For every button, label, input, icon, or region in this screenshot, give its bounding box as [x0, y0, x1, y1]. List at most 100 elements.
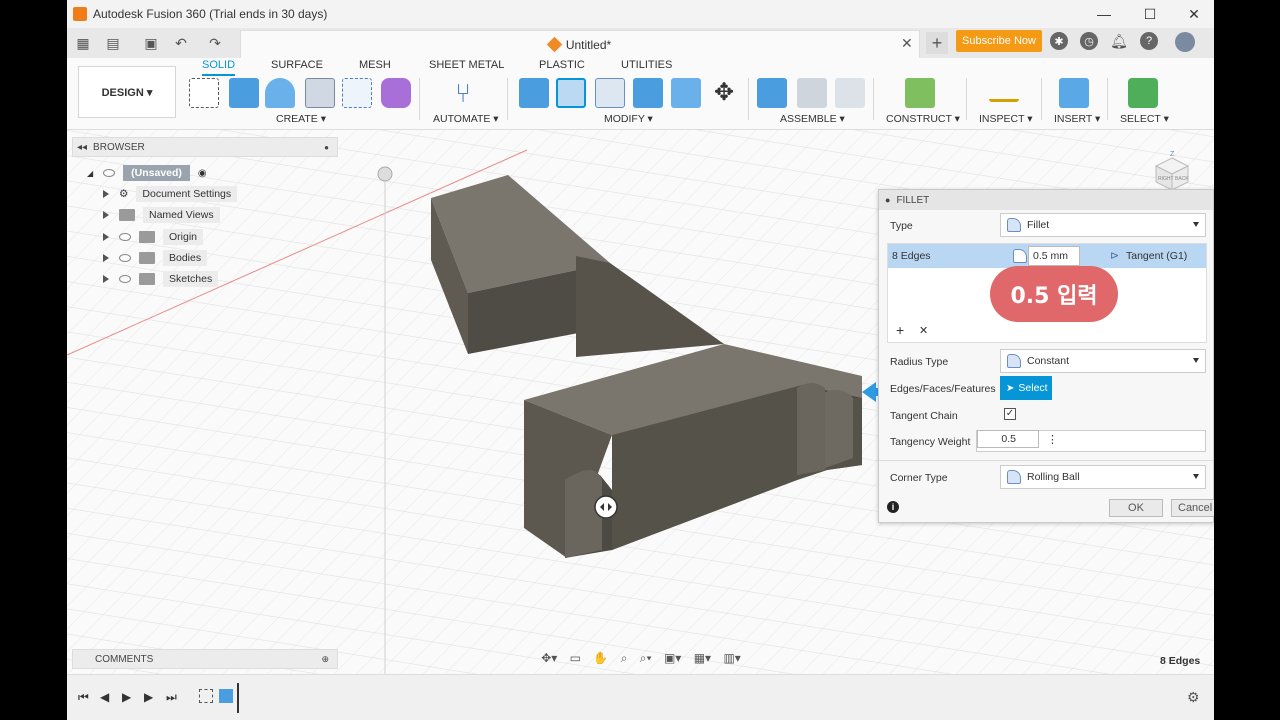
assemble-menu[interactable]: ASSEMBLE ▾: [780, 113, 845, 125]
visibility-eye-icon[interactable]: [103, 169, 116, 177]
hole-icon[interactable]: [305, 78, 335, 108]
play-icon[interactable]: ▶︎: [122, 690, 131, 704]
move-copy-icon[interactable]: ✥: [709, 78, 739, 108]
browser-item-bodies[interactable]: Bodies: [103, 250, 208, 266]
construct-menu[interactable]: CONSTRUCT ▾: [886, 113, 960, 125]
inspect-menu[interactable]: INSPECT ▾: [979, 113, 1033, 125]
timeline-marker[interactable]: [237, 683, 239, 713]
tab-mesh[interactable]: MESH: [359, 59, 391, 71]
workspace-switcher[interactable]: DESIGN ▾: [78, 66, 176, 118]
activate-radio-icon[interactable]: ◉: [198, 168, 207, 179]
edge-set-row[interactable]: 8 Edges 0.5 mm ⊳ Tangent (G1): [888, 244, 1206, 268]
comments-panel-header[interactable]: COMMENTS ⊕: [72, 649, 338, 669]
new-component-icon[interactable]: [757, 78, 787, 108]
view-cube[interactable]: Z RIGHT BACK: [1152, 150, 1192, 191]
tangent-chain-checkbox[interactable]: ✓: [1004, 408, 1016, 420]
offset-plane-icon[interactable]: [905, 78, 935, 108]
look-at-icon[interactable]: ▭: [570, 651, 581, 665]
collapse-dialog-icon[interactable]: ●: [885, 195, 890, 205]
browser-minimize-icon[interactable]: ●: [324, 143, 329, 152]
redo-icon[interactable]: ↷: [205, 33, 225, 53]
automate-icon[interactable]: ⑂: [448, 78, 478, 108]
continuity-dropdown[interactable]: Tangent (G1): [1126, 250, 1187, 262]
extensions-icon[interactable]: ✱: [1050, 32, 1068, 50]
corner-type-dropdown[interactable]: Rolling Ball: [1000, 465, 1206, 489]
minimize-button[interactable]: —: [1081, 0, 1127, 28]
fillet-icon[interactable]: [556, 78, 586, 108]
hidden-eye-icon[interactable]: [119, 233, 131, 241]
chamfer-icon[interactable]: [595, 78, 625, 108]
ok-button[interactable]: OK: [1109, 499, 1163, 517]
browser-item-document-settings[interactable]: ⚙ Document Settings: [103, 186, 238, 202]
display-settings-icon[interactable]: ▣▾: [664, 651, 681, 665]
more-options-icon[interactable]: ⋮: [1047, 433, 1058, 446]
notifications-icon[interactable]: 🔔︎: [1110, 32, 1128, 50]
press-pull-icon[interactable]: [519, 78, 549, 108]
browser-item-named-views[interactable]: Named Views: [103, 207, 220, 223]
collapse-browser-icon[interactable]: ◂◂: [77, 142, 87, 153]
pattern-icon[interactable]: [342, 78, 372, 108]
undo-icon[interactable]: ↶: [171, 33, 191, 53]
add-edge-set-button[interactable]: +: [896, 322, 904, 338]
remove-edge-set-button[interactable]: ✕: [919, 324, 928, 337]
timeline-extrude-icon[interactable]: [219, 689, 233, 703]
tab-solid[interactable]: SOLID: [202, 59, 236, 76]
revolve-icon[interactable]: [265, 78, 295, 108]
tab-plastic[interactable]: PLASTIC: [539, 59, 585, 71]
radius-type-dropdown[interactable]: Constant: [1000, 349, 1206, 373]
shell-icon[interactable]: [633, 78, 663, 108]
automate-menu[interactable]: AUTOMATE ▾: [433, 113, 499, 125]
new-tab-button[interactable]: +: [926, 32, 948, 54]
subscribe-button[interactable]: Subscribe Now: [956, 30, 1042, 52]
form-icon[interactable]: [381, 78, 411, 108]
visibility-eye-icon[interactable]: [119, 275, 131, 283]
type-dropdown[interactable]: Fillet: [1000, 213, 1206, 237]
insert-menu[interactable]: INSERT ▾: [1054, 113, 1100, 125]
visibility-eye-icon[interactable]: [119, 254, 131, 262]
info-icon[interactable]: i: [887, 501, 899, 513]
go-to-end-icon[interactable]: ⏭: [166, 690, 177, 705]
radius-input[interactable]: 0.5 mm: [1028, 246, 1080, 266]
select-menu[interactable]: SELECT ▾: [1120, 113, 1169, 125]
extrude-icon[interactable]: [229, 78, 259, 108]
combine-icon[interactable]: [671, 78, 701, 108]
viewports-icon[interactable]: ▥▾: [723, 651, 740, 665]
timeline-settings-gear-icon[interactable]: ⚙: [1187, 689, 1200, 706]
pan-icon[interactable]: ✋: [593, 651, 608, 665]
add-comment-icon[interactable]: ⊕: [321, 654, 329, 665]
file-menu-icon[interactable]: ▤: [103, 33, 123, 53]
browser-item-sketches[interactable]: Sketches: [103, 271, 219, 287]
cancel-button[interactable]: Cancel: [1171, 499, 1214, 517]
zoom-icon[interactable]: ⌕: [621, 651, 628, 666]
modify-menu[interactable]: MODIFY ▾: [604, 113, 653, 125]
select-edges-button[interactable]: ➤ Select: [1000, 376, 1052, 400]
create-menu[interactable]: CREATE ▾: [276, 113, 326, 125]
go-to-start-icon[interactable]: ⏮: [78, 690, 89, 705]
step-forward-icon[interactable]: ▶︎: [144, 690, 153, 704]
browser-panel-header[interactable]: ◂◂ BROWSER ●: [72, 137, 338, 157]
measure-icon[interactable]: [989, 86, 1019, 102]
grid-settings-icon[interactable]: ▦▾: [694, 651, 711, 665]
tab-surface[interactable]: SURFACE: [271, 59, 323, 71]
save-icon[interactable]: ▣: [141, 33, 161, 53]
orbit-icon[interactable]: ✥▾: [541, 651, 557, 665]
browser-root[interactable]: ◢ (Unsaved) ◉: [87, 165, 207, 181]
fit-icon[interactable]: ⌕▾: [640, 651, 652, 666]
browser-item-origin[interactable]: Origin: [103, 229, 204, 245]
as-built-joint-icon[interactable]: [835, 78, 865, 108]
close-window-button[interactable]: ✕: [1171, 0, 1214, 28]
job-status-icon[interactable]: ◷: [1080, 32, 1098, 50]
fillet-manipulator-icon[interactable]: [594, 495, 618, 519]
help-icon[interactable]: ?: [1140, 32, 1158, 50]
tab-sheet-metal[interactable]: SHEET METAL: [429, 59, 504, 71]
document-tab[interactable]: Untitled*: [240, 30, 920, 58]
tangency-weight-input[interactable]: 0.5: [977, 430, 1039, 448]
step-back-icon[interactable]: ◀︎: [100, 690, 109, 704]
close-tab-button[interactable]: ✕: [901, 35, 913, 52]
expand-root-icon[interactable]: ◢: [87, 169, 93, 178]
select-icon[interactable]: [1128, 78, 1158, 108]
insert-image-icon[interactable]: [1059, 78, 1089, 108]
maximize-button[interactable]: ☐: [1127, 0, 1173, 28]
joint-icon[interactable]: [797, 78, 827, 108]
fillet-dialog-header[interactable]: ● FILLET: [879, 190, 1213, 210]
